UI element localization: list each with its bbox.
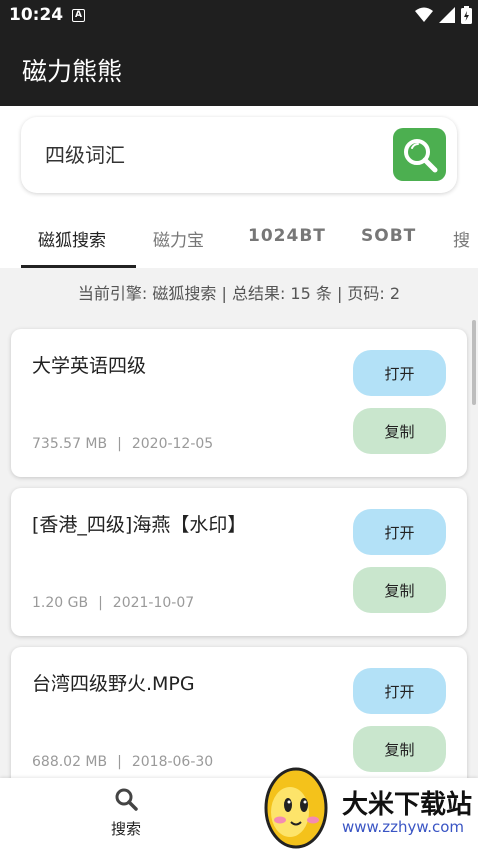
tab-more[interactable]: 搜: [453, 226, 470, 251]
search-input[interactable]: [45, 141, 375, 165]
result-date: 2021-10-07: [112, 595, 195, 611]
result-title: [香港_四级]海燕【水印】: [32, 514, 247, 536]
result-card: [香港_四级]海燕【水印】 1.20 GB | 2021-10-07 打开 复制: [11, 488, 467, 636]
watermark-url: www.zzhyw.com: [342, 818, 465, 836]
engine-tabs: 磁狐搜索 磁力宝 1024BT SOBT 搜: [0, 212, 478, 268]
meta-separator: |: [117, 754, 122, 770]
result-card: 大学英语四级 735.57 MB | 2020-12-05 打开 复制: [11, 329, 467, 477]
tab-sobt[interactable]: SOBT: [361, 226, 416, 246]
signal-icon: [439, 7, 455, 23]
tab-cihu[interactable]: 磁狐搜索: [38, 226, 106, 251]
watermark-brand: 大米下载站: [342, 790, 473, 820]
tab-ciliba[interactable]: 磁力宝: [153, 226, 204, 251]
result-size: 735.57 MB: [32, 436, 108, 452]
app-title: 磁力熊熊: [22, 57, 123, 86]
rice-mascot-logo: [264, 767, 328, 849]
search-icon: [403, 138, 437, 172]
notification-icon: A: [72, 9, 85, 22]
battery-icon: [461, 6, 472, 24]
result-meta: 735.57 MB | 2020-12-05: [32, 436, 213, 452]
scrollbar[interactable]: [472, 320, 476, 405]
result-meta: 688.02 MB | 2018-06-30: [32, 754, 213, 770]
result-size: 688.02 MB: [32, 754, 108, 770]
status-bar: 10:24 A: [0, 0, 478, 32]
open-button[interactable]: 打开: [353, 509, 446, 555]
open-button[interactable]: 打开: [353, 668, 446, 714]
search-icon: [115, 788, 138, 811]
result-size: 1.20 GB: [32, 595, 89, 611]
results-area: 当前引擎: 磁狐搜索 | 总结果: 15 条 | 页码: 2 大学英语四级 73…: [0, 268, 478, 778]
status-icons: [415, 6, 472, 24]
watermark: 大米下载站 www.zzhyw.com: [258, 762, 478, 849]
search-card: [21, 117, 457, 193]
copy-button[interactable]: 复制: [353, 567, 446, 613]
result-date: 2018-06-30: [131, 754, 214, 770]
meta-separator: |: [117, 436, 122, 452]
app-bar: 磁力熊熊: [0, 32, 478, 106]
open-button[interactable]: 打开: [353, 350, 446, 396]
wifi-icon: [415, 7, 433, 22]
result-title: 大学英语四级: [32, 355, 147, 377]
search-button[interactable]: [393, 128, 446, 181]
result-title: 台湾四级野火.MPG: [32, 673, 195, 695]
result-card: 台湾四级野火.MPG 688.02 MB | 2018-06-30 打开 复制: [11, 647, 467, 778]
tab-1024bt[interactable]: 1024BT: [248, 226, 326, 246]
status-time: 10:24: [9, 5, 64, 25]
nav-search[interactable]: 搜索: [96, 786, 156, 839]
meta-separator: |: [98, 595, 103, 611]
result-date: 2020-12-05: [131, 436, 214, 452]
result-meta: 1.20 GB | 2021-10-07: [32, 595, 194, 611]
results-info: 当前引擎: 磁狐搜索 | 总结果: 15 条 | 页码: 2: [77, 284, 401, 303]
copy-button[interactable]: 复制: [353, 408, 446, 454]
nav-search-label: 搜索: [110, 820, 141, 838]
